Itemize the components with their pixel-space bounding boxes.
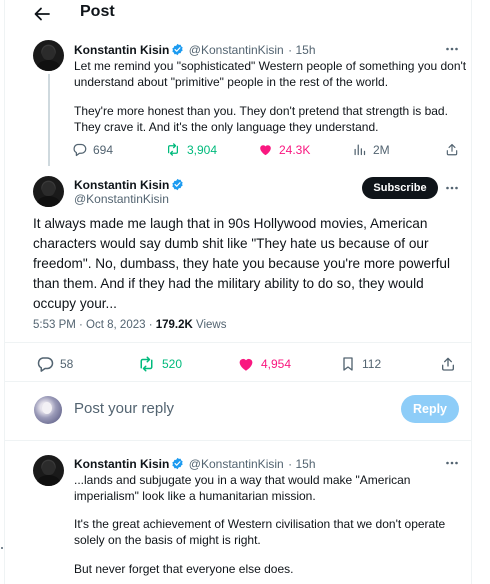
reply-tweet-author-row: Konstantin Kisin @KonstantinKisin · 15h — [74, 455, 316, 473]
avatar[interactable] — [33, 455, 64, 486]
more-options-icon[interactable] — [445, 42, 459, 56]
repost-count: 520 — [162, 357, 183, 371]
bookmark-action[interactable]: 112 — [340, 355, 381, 373]
main-tweet-text: It always made me laugh that in 90s Holl… — [33, 214, 463, 314]
page-title: Post — [80, 3, 115, 20]
reply-action[interactable]: 58 — [36, 355, 73, 373]
post-timestamp[interactable]: 5:53 PM · Oct 8, 2023 · — [33, 319, 156, 331]
reply-button[interactable]: Reply — [401, 395, 459, 423]
repost-action[interactable]: 520 — [137, 355, 182, 373]
subscribe-button[interactable]: Subscribe — [362, 177, 438, 199]
share-icon — [442, 357, 454, 371]
author-handle[interactable]: @KonstantinKisin — [189, 457, 284, 471]
parent-tweet-text-line: understand about "primitive" people in t… — [74, 75, 389, 89]
thread-connector-line — [48, 74, 50, 166]
like-action[interactable]: 4,954 — [237, 355, 291, 373]
divider — [5, 440, 471, 441]
like-count: 4,954 — [261, 357, 292, 371]
views-label: Views — [192, 319, 227, 331]
views-action[interactable]: 2M — [352, 142, 390, 157]
heart-icon — [260, 145, 271, 156]
repost-icon — [168, 143, 178, 156]
author-name[interactable]: Konstantin Kisin — [74, 43, 169, 57]
verified-badge-icon — [171, 457, 184, 470]
bookmark-icon — [343, 357, 353, 371]
bookmark-count: 112 — [362, 357, 382, 371]
share-action[interactable] — [445, 142, 459, 157]
views-count: 179.2K — [155, 319, 193, 331]
parent-tweet-text-line: They crave it. And it's the only languag… — [74, 120, 379, 134]
reply-tweet-text-line: ...lands and subjugate you in a way that… — [74, 473, 411, 487]
main-tweet-text-line: than them. And if they had the military … — [33, 276, 424, 291]
parent-tweet-text-line: Let me remind you "sophisticated" Wester… — [74, 59, 467, 73]
author-name[interactable]: Konstantin Kisin — [74, 457, 169, 471]
back-arrow-icon[interactable] — [32, 4, 52, 24]
reply-tweet-text-line: But never forget that everyone else does… — [74, 562, 294, 576]
author-name[interactable]: Konstantin Kisin — [74, 178, 169, 192]
avatar[interactable] — [33, 176, 64, 207]
like-action[interactable]: 24.3K — [258, 142, 310, 157]
repost-count: 3,904 — [187, 142, 218, 157]
verified-badge-icon — [171, 178, 184, 191]
heart-icon — [239, 358, 253, 371]
share-action[interactable] — [440, 355, 456, 373]
timeline-border-left — [4, 0, 5, 584]
author-handle[interactable]: @KonstantinKisin — [74, 192, 169, 206]
post-header: Post — [5, 0, 471, 28]
reply-input[interactable]: Post your reply — [74, 400, 174, 417]
more-options-icon[interactable] — [445, 456, 459, 470]
share-icon — [446, 143, 458, 156]
timeline-border-right — [471, 0, 472, 584]
views-chart-icon — [354, 144, 366, 156]
verified-badge-icon — [171, 43, 184, 56]
divider — [5, 381, 471, 382]
reply-action[interactable]: 694 — [72, 142, 113, 157]
more-options-icon[interactable] — [445, 181, 459, 195]
post-time[interactable]: · 15h — [288, 457, 315, 471]
author-handle[interactable]: @KonstantinKisin — [189, 43, 284, 57]
reply-count: 58 — [60, 357, 74, 371]
main-tweet-text-line: It always made me laugh that in 90s Holl… — [33, 216, 428, 231]
main-tweet-text-line: freedom". No, dumbass, they hate you bec… — [33, 256, 450, 271]
avatar[interactable] — [33, 40, 64, 71]
current-user-avatar[interactable] — [34, 396, 62, 424]
post-time[interactable]: · 15h — [288, 43, 315, 57]
like-count: 24.3K — [279, 142, 311, 157]
reply-tweet-text-line: imperialism" look like a humanitarian mi… — [74, 489, 316, 503]
parent-tweet-text-line: They're more honest than you. They don't… — [74, 104, 448, 118]
page-dot — [1, 547, 3, 549]
main-tweet-text-line: characters would say dumb shit like "The… — [33, 236, 429, 251]
divider — [5, 342, 471, 343]
reply-icon — [37, 357, 54, 372]
post-metadata: 5:53 PM · Oct 8, 2023 · 179.2K Views — [33, 319, 227, 331]
reply-tweet-text-line: solely on the basis of might is right. — [74, 533, 261, 547]
repost-action[interactable]: 3,904 — [165, 142, 217, 157]
parent-tweet-author-row: Konstantin Kisin @KonstantinKisin · 15h — [74, 41, 316, 59]
reply-icon — [73, 143, 87, 157]
views-count: 2M — [373, 142, 390, 157]
repost-icon — [140, 356, 153, 372]
main-tweet-text-line: occupy your... — [33, 296, 117, 311]
reply-tweet-text-line: It's the great achievement of Western ci… — [74, 517, 446, 531]
reply-count: 694 — [93, 142, 114, 157]
